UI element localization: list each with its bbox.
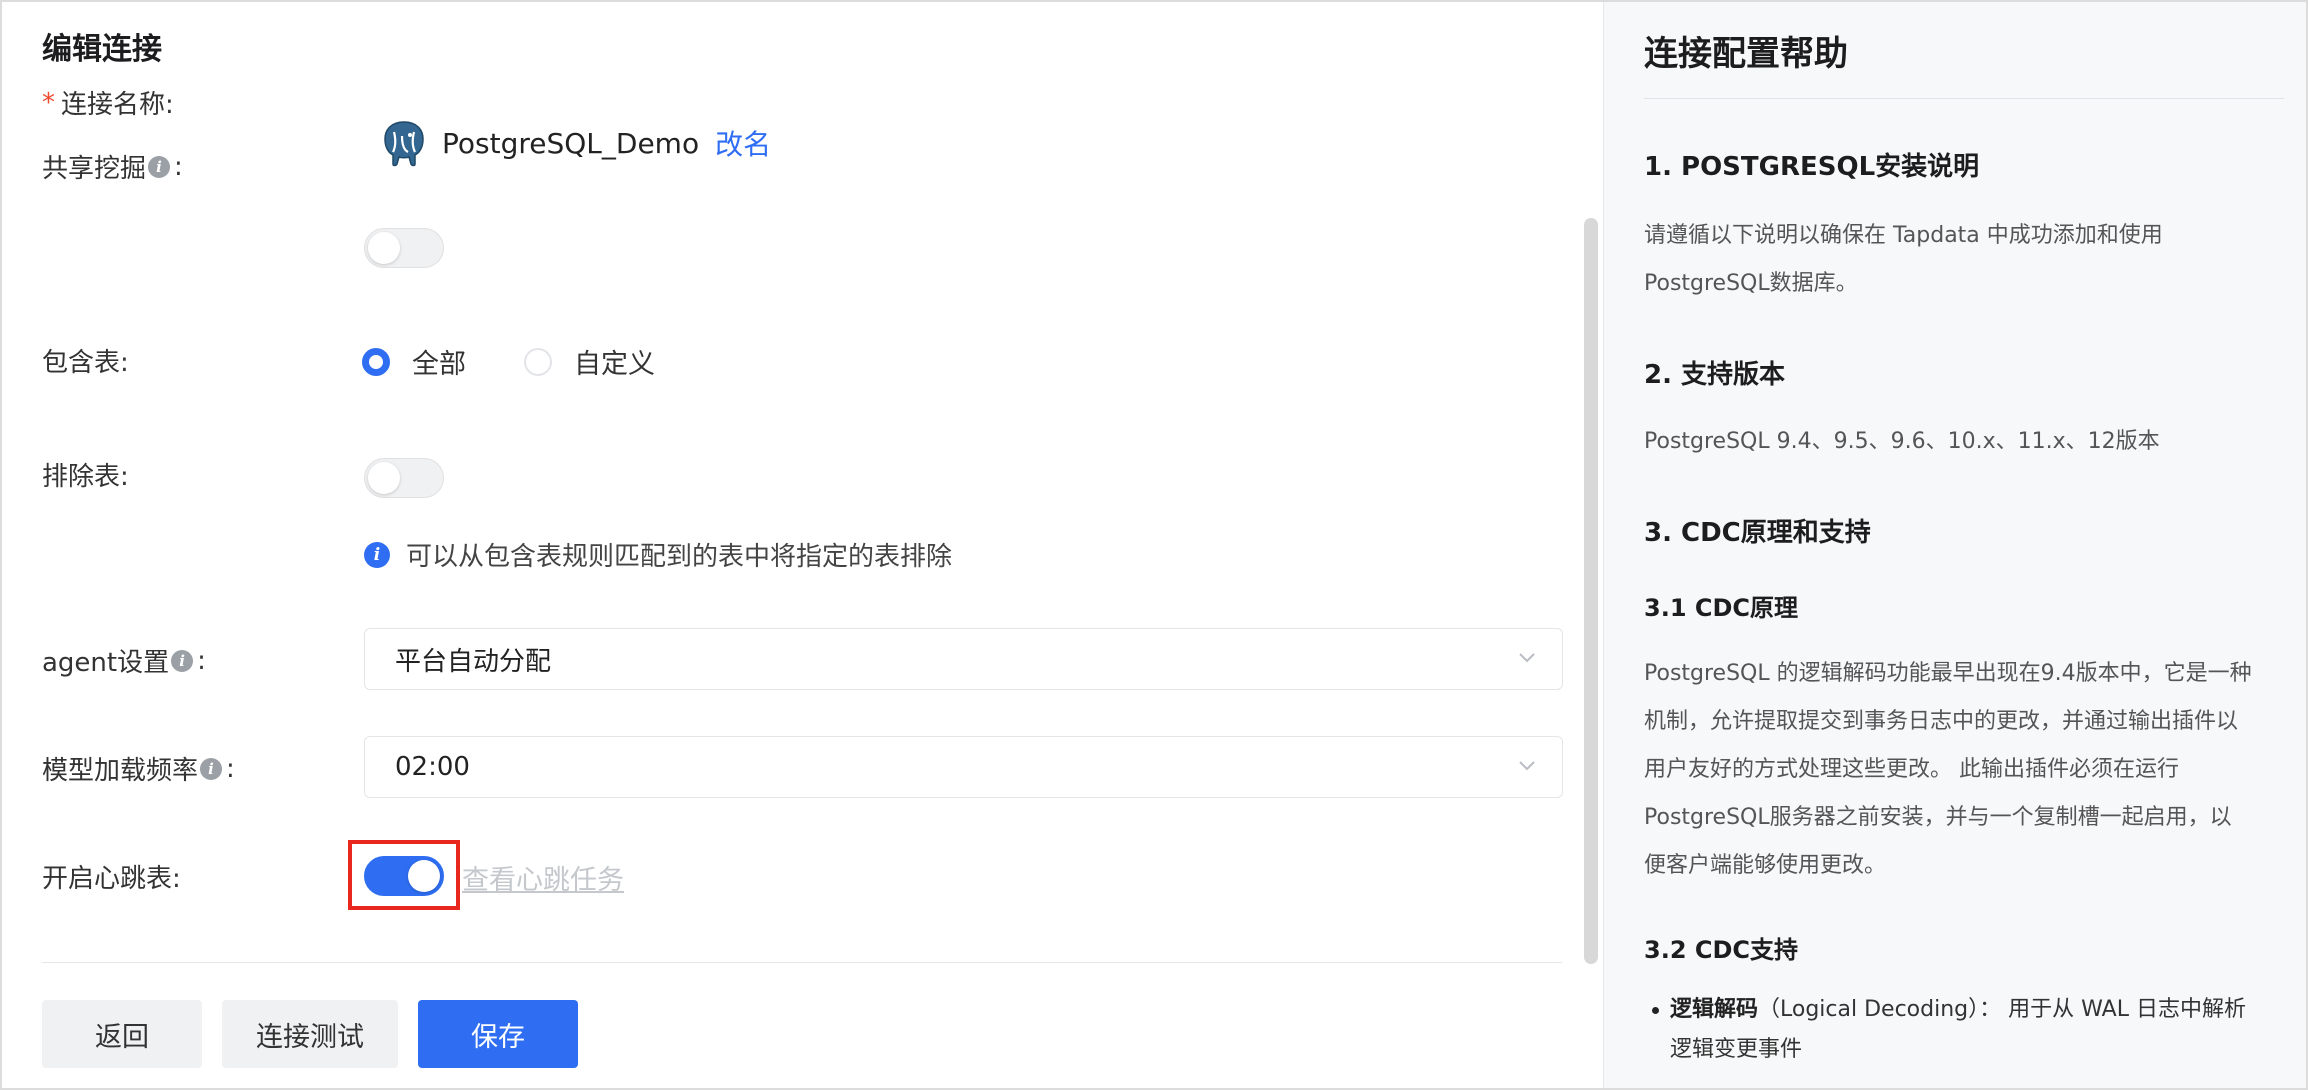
switch-knob bbox=[368, 232, 400, 264]
radio-include-custom[interactable]: 自定义 bbox=[524, 342, 655, 381]
scrollbar[interactable] bbox=[1584, 218, 1598, 964]
help-section-1-text: 请遵循以下说明以确保在 Tapdata 中成功添加和使用 PostgreSQL数… bbox=[1644, 212, 2284, 308]
info-circle-icon: i bbox=[364, 541, 390, 568]
heartbeat-table-label: 开启心跳表: bbox=[42, 864, 181, 894]
exclude-tables-label: 排除表: bbox=[42, 462, 129, 492]
radio-label: 自定义 bbox=[574, 349, 655, 380]
agent-setting-label-text: agent设置 bbox=[42, 648, 170, 678]
include-tables-radio-group: 全部 自定义 bbox=[362, 342, 713, 381]
divider bbox=[1644, 98, 2284, 99]
highlight-box bbox=[348, 840, 460, 910]
model-load-frequency-select[interactable]: 02:00 bbox=[364, 736, 1563, 798]
model-load-frequency-label-text: 模型加载频率 bbox=[42, 756, 199, 786]
help-text-line: PostgreSQL 的逻辑解码功能最早出现在9.4版本中，它是一种 bbox=[1644, 661, 2252, 686]
help-panel: 连接配置帮助 1. POSTGRESQL安装说明 请遵循以下说明以确保在 Tap… bbox=[1603, 2, 2306, 1088]
back-button[interactable]: 返回 bbox=[42, 1000, 202, 1068]
shared-mining-label: 共享挖掘 i : bbox=[42, 148, 183, 185]
label-colon: : bbox=[174, 151, 183, 182]
rename-link[interactable]: 改名 bbox=[715, 123, 771, 163]
required-mark: * bbox=[42, 87, 55, 118]
info-icon[interactable]: i bbox=[148, 155, 171, 178]
help-bullet-line: 逻辑解码（Logical Decoding）： 用于从 WAL 日志中解析 bbox=[1670, 990, 2290, 1030]
help-section-3-2-title: 3.2 CDC支持 bbox=[1644, 936, 1799, 964]
select-value: 02:00 bbox=[395, 752, 470, 782]
bullet-bold-term: 逻辑解码 bbox=[1670, 997, 1759, 1022]
exclude-tables-switch[interactable] bbox=[364, 458, 444, 498]
connection-name-label: * 连接名称: bbox=[42, 84, 174, 121]
help-text-line: PostgreSQL服务器之前安装，并与一个复制槽一起启用，以 bbox=[1644, 805, 2232, 830]
help-section-1-title: 1. POSTGRESQL安装说明 bbox=[1644, 152, 1980, 182]
include-tables-label: 包含表: bbox=[42, 348, 129, 378]
connection-name-display: PostgreSQL_Demo 改名 bbox=[380, 118, 771, 168]
page-title: 编辑连接 bbox=[42, 32, 162, 67]
connection-test-button[interactable]: 连接测试 bbox=[222, 1000, 398, 1068]
model-load-frequency-label: 模型加载频率 i : bbox=[42, 750, 235, 787]
postgresql-elephant-icon bbox=[384, 121, 424, 167]
help-text-line: 用户友好的方式处理这些更改。 此输出插件必须在运行 bbox=[1644, 757, 2179, 782]
radio-circle bbox=[524, 347, 552, 376]
radio-include-all[interactable]: 全部 bbox=[362, 342, 466, 381]
exclude-tables-hint: i 可以从包含表规则匹配到的表中将指定的表排除 bbox=[364, 536, 952, 573]
help-section-3-1-title: 3.1 CDC原理 bbox=[1644, 594, 1799, 622]
label-colon: : bbox=[197, 645, 206, 676]
agent-setting-select[interactable]: 平台自动分配 bbox=[364, 628, 1563, 690]
radio-circle bbox=[362, 347, 390, 376]
help-section-3-title: 3. CDC原理和支持 bbox=[1644, 518, 1871, 548]
help-text-line: 请遵循以下说明以确保在 Tapdata 中成功添加和使用 bbox=[1644, 223, 2163, 248]
chevron-down-icon bbox=[1519, 653, 1535, 663]
connection-name-label-text: 连接名称: bbox=[61, 90, 174, 120]
info-icon[interactable]: i bbox=[200, 757, 223, 780]
label-colon: : bbox=[226, 753, 235, 784]
connection-name-value: PostgreSQL_Demo bbox=[442, 126, 700, 160]
chevron-down-icon bbox=[1519, 761, 1535, 771]
info-icon[interactable]: i bbox=[171, 649, 194, 672]
help-section-3-1-text: PostgreSQL 的逻辑解码功能最早出现在9.4版本中，它是一种 机制，允许… bbox=[1644, 650, 2284, 890]
view-heartbeat-task-link[interactable]: 查看心跳任务 bbox=[462, 858, 624, 897]
divider bbox=[42, 962, 1562, 963]
help-title: 连接配置帮助 bbox=[1644, 34, 1848, 74]
help-text-line: 便客户端能够使用更改。 bbox=[1644, 853, 1887, 878]
radio-label: 全部 bbox=[412, 349, 466, 380]
select-value: 平台自动分配 bbox=[395, 646, 552, 677]
help-bullet-item: 逻辑解码（Logical Decoding）： 用于从 WAL 日志中解析 逻辑… bbox=[1652, 990, 2290, 1070]
save-button[interactable]: 保存 bbox=[418, 1000, 578, 1068]
agent-setting-label: agent设置 i : bbox=[42, 642, 206, 679]
help-text-line: 机制，允许提取提交到事务日志中的更改，并通过输出插件以 bbox=[1644, 709, 2239, 734]
help-section-2-title: 2. 支持版本 bbox=[1644, 360, 1786, 390]
help-text-line: PostgreSQL数据库。 bbox=[1644, 271, 1858, 296]
shared-mining-label-text: 共享挖掘 bbox=[42, 154, 147, 184]
switch-knob bbox=[368, 462, 400, 494]
shared-mining-switch[interactable] bbox=[364, 228, 444, 268]
hint-text: 可以从包含表规则匹配到的表中将指定的表排除 bbox=[406, 542, 953, 572]
bullet-text: （Logical Decoding）： 用于从 WAL 日志中解析 bbox=[1758, 997, 2246, 1022]
help-bullet-line: 逻辑变更事件 bbox=[1670, 1037, 1803, 1062]
edit-connection-panel: 编辑连接 * 连接名称: PostgreSQL_Demo 改名 共享挖掘 i :… bbox=[2, 2, 1601, 1088]
help-section-2-text: PostgreSQL 9.4、9.5、9.6、10.x、11.x、12版本 bbox=[1644, 429, 2160, 454]
